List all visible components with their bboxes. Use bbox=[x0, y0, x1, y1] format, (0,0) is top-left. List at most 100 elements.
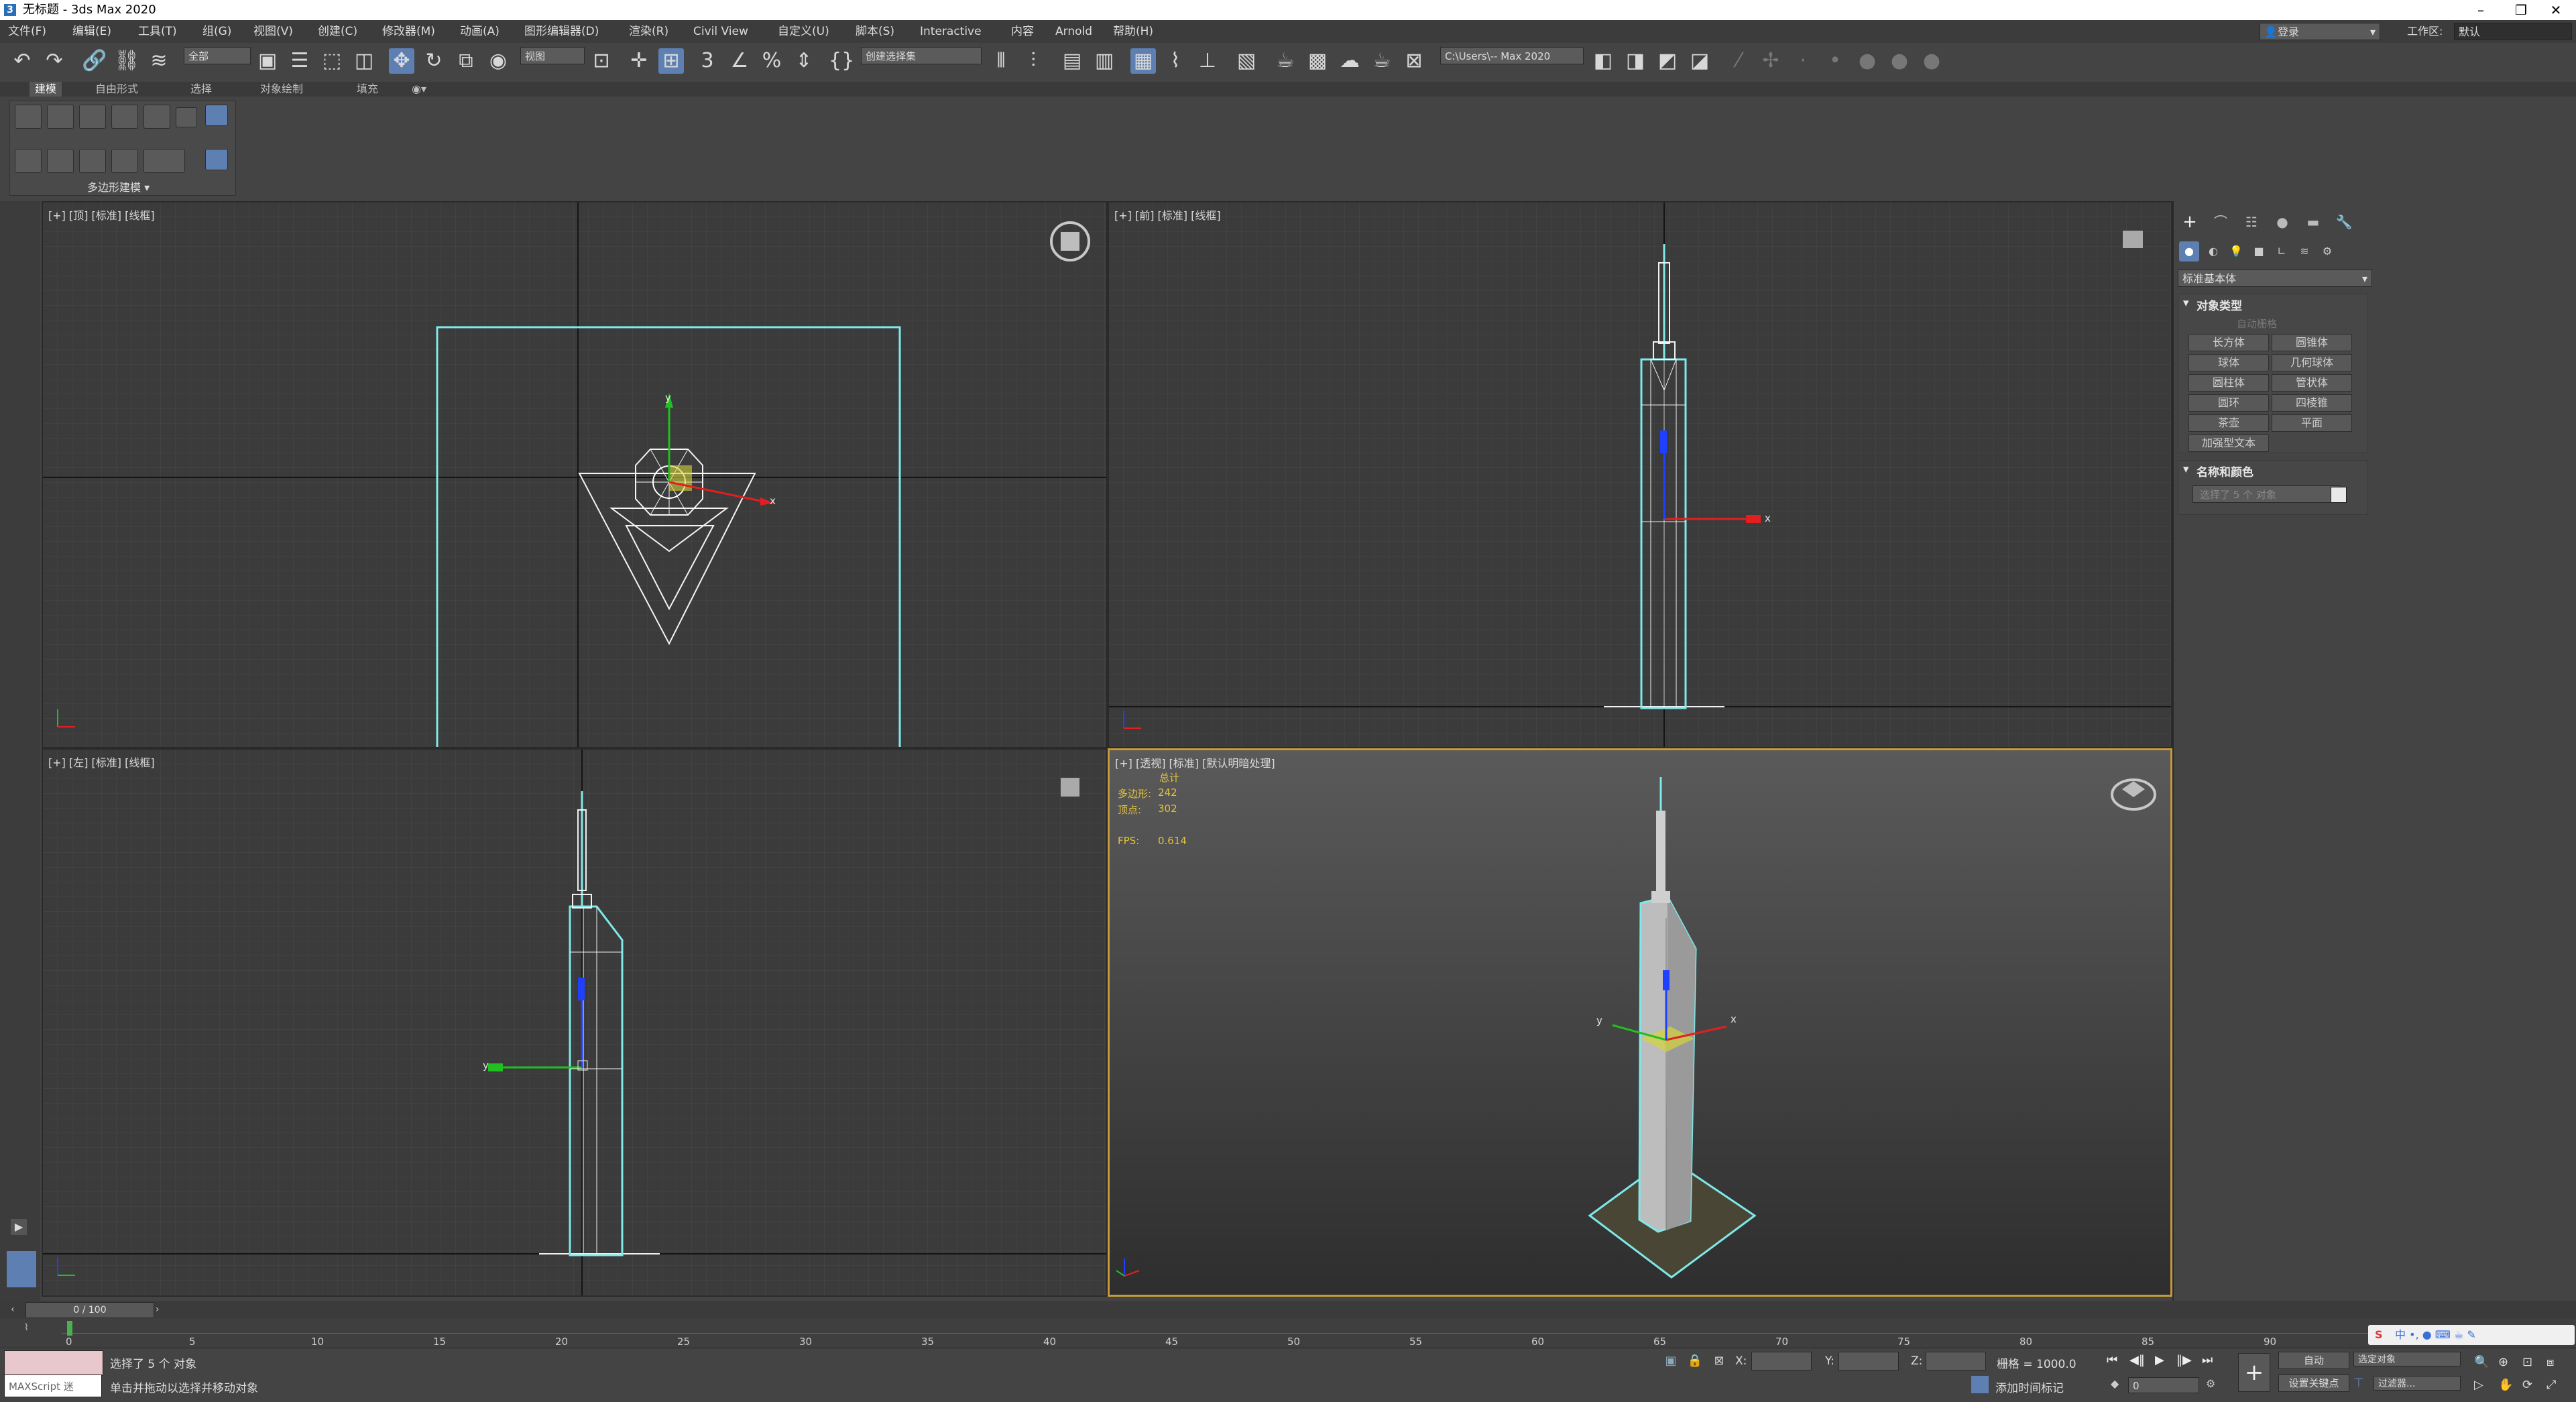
ignore-backfacing-icon[interactable] bbox=[47, 149, 74, 173]
render-setup-icon[interactable]: ☕ bbox=[1273, 48, 1298, 74]
time-slider[interactable] bbox=[0, 1301, 2576, 1318]
save-project-icon[interactable]: ◩ bbox=[1655, 48, 1680, 74]
element-mode-icon[interactable] bbox=[143, 105, 170, 129]
object-name-field[interactable]: 选择了 5 个 对象 bbox=[2192, 485, 2340, 503]
menu-edit[interactable]: 编辑(E) bbox=[72, 20, 111, 43]
cylinder-button[interactable]: 圆柱体 bbox=[2188, 374, 2269, 392]
helpers-icon[interactable]: ∟ bbox=[2272, 241, 2292, 261]
menu-interactive[interactable]: Interactive bbox=[920, 20, 982, 43]
systems-icon[interactable]: ⚙ bbox=[2317, 241, 2337, 261]
display-tab-icon[interactable]: ▬ bbox=[2301, 212, 2325, 232]
viewcube-front[interactable] bbox=[2123, 231, 2143, 248]
pyramid-button[interactable]: 四棱锥 bbox=[2272, 394, 2352, 412]
align-icon[interactable]: ⫶ bbox=[1020, 48, 1046, 74]
repeat-last-icon[interactable] bbox=[79, 149, 106, 173]
scene-explorer-icon[interactable]: ▤ bbox=[1059, 48, 1085, 74]
pivot-center-icon[interactable]: ⊡ bbox=[589, 48, 614, 74]
angle-snap-icon[interactable]: ∠ bbox=[727, 48, 752, 74]
tube-button[interactable]: 管状体 bbox=[2272, 374, 2352, 392]
zoom-icon[interactable]: 🔍 bbox=[2474, 1352, 2489, 1373]
tab-populate[interactable]: 填充 bbox=[351, 82, 384, 97]
cameras-icon[interactable]: ■ bbox=[2249, 241, 2269, 261]
sphere-shade-icon-2[interactable]: ● bbox=[1887, 48, 1912, 74]
auto-key-button[interactable]: 自动 bbox=[2278, 1352, 2349, 1369]
viewcube-left[interactable] bbox=[1061, 778, 1079, 797]
chevron-down-icon[interactable]: ▾ bbox=[2183, 296, 2189, 310]
select-object-icon[interactable]: ▣ bbox=[255, 48, 280, 74]
curve-editor-mini-icon[interactable]: ⌇ bbox=[24, 1322, 39, 1336]
viewport-left[interactable]: [+] [左] [标准] [线框] y bbox=[42, 748, 1108, 1297]
render-production-icon[interactable]: ☁ bbox=[1337, 48, 1362, 74]
coord-x-field[interactable] bbox=[1751, 1352, 1812, 1370]
cone-button[interactable]: 圆锥体 bbox=[2272, 334, 2352, 351]
chevron-down-icon[interactable]: ▾ bbox=[2183, 463, 2189, 476]
menu-content[interactable]: 内容 bbox=[1011, 20, 1034, 43]
vertex-mode-icon[interactable] bbox=[15, 105, 42, 129]
open-project-icon[interactable]: ◨ bbox=[1623, 48, 1648, 74]
rect-selection-icon[interactable]: ⬚ bbox=[319, 48, 345, 74]
ribbon-options-icon[interactable]: ◉▾ bbox=[406, 82, 432, 97]
create-tab-icon[interactable]: + bbox=[2178, 212, 2202, 232]
menu-file[interactable]: 文件(F) bbox=[8, 20, 46, 43]
modify-mode-icon[interactable] bbox=[176, 107, 197, 127]
maxscript-listener-pink[interactable] bbox=[4, 1350, 103, 1376]
login-dropdown[interactable]: 👤 登录 ▾ bbox=[2260, 23, 2380, 40]
tab-selection[interactable]: 选择 bbox=[185, 82, 217, 97]
rendered-frame-icon[interactable]: ▩ bbox=[1305, 48, 1330, 74]
modify-tab-icon[interactable]: ⌒ bbox=[2209, 212, 2233, 232]
isolate-selection-icon[interactable]: ▣ bbox=[1663, 1353, 1679, 1369]
zoom-extents-icon[interactable]: ⊡ bbox=[2522, 1352, 2532, 1373]
time-marker[interactable] bbox=[67, 1321, 72, 1336]
link-icon[interactable]: 🔗 bbox=[82, 48, 107, 74]
show-end-result-icon[interactable] bbox=[205, 149, 228, 170]
material-editor-icon[interactable]: ▧ bbox=[1234, 48, 1259, 74]
viewport-left-label[interactable]: [+] [左] [标准] [线框] bbox=[48, 754, 155, 770]
bind-space-warp-icon[interactable]: ≋ bbox=[146, 48, 172, 74]
menu-tools[interactable]: 工具(T) bbox=[138, 20, 177, 43]
menu-arnold[interactable]: Arnold bbox=[1055, 20, 1092, 43]
play-icon[interactable]: ▶ bbox=[2155, 1352, 2164, 1369]
orbit-icon[interactable]: ⟳ bbox=[2522, 1375, 2532, 1396]
coord-y-field[interactable] bbox=[1838, 1352, 1899, 1370]
sphere-shade-icon-1[interactable]: ● bbox=[1855, 48, 1880, 74]
set-key-icon[interactable]: + bbox=[2238, 1353, 2270, 1392]
snaps-toggle-icon[interactable]: 3 bbox=[695, 48, 720, 74]
hierarchy-tab-icon[interactable]: ☷ bbox=[2239, 212, 2264, 232]
key-filters-button[interactable]: 过滤器... bbox=[2374, 1376, 2461, 1391]
mirror-icon[interactable]: ⫴ bbox=[988, 48, 1014, 74]
layer-explorer-icon[interactable]: ▥ bbox=[1092, 48, 1117, 74]
menu-scripting[interactable]: 脚本(S) bbox=[856, 20, 894, 43]
percent-snap-icon[interactable]: % bbox=[759, 48, 784, 74]
menu-help[interactable]: 帮助(H) bbox=[1113, 20, 1153, 43]
slider-prev-icon[interactable]: ‹ bbox=[11, 1303, 23, 1316]
prev-frame-icon[interactable]: ◀‖ bbox=[2129, 1352, 2145, 1369]
utilities-tab-icon[interactable]: 🔧 bbox=[2332, 212, 2356, 232]
spinner-snap-icon[interactable]: ⇕ bbox=[791, 48, 817, 74]
edge-mode-icon[interactable] bbox=[47, 105, 74, 129]
select-manipulate-icon[interactable]: ✛ bbox=[626, 48, 652, 74]
zoom-extents-all-icon[interactable]: ⧈ bbox=[2546, 1352, 2554, 1373]
goto-start-icon[interactable]: ⏮ bbox=[2107, 1352, 2117, 1369]
undo-icon[interactable]: ↶ bbox=[9, 48, 35, 74]
viewport-layout-icon[interactable] bbox=[7, 1251, 36, 1287]
named-selection-dropdown[interactable]: 创建选择集 bbox=[861, 47, 982, 64]
teapot-button[interactable]: 茶壶 bbox=[2188, 414, 2269, 432]
menu-views[interactable]: 视图(V) bbox=[253, 20, 293, 43]
brush-icon[interactable]: ⁄ bbox=[1726, 48, 1751, 74]
ribbon-panel-label[interactable]: 多边形建模 ▾ bbox=[87, 178, 150, 194]
goto-end-icon[interactable]: ⏭ bbox=[2202, 1352, 2213, 1369]
menu-animation[interactable]: 动画(A) bbox=[460, 20, 500, 43]
zoom-all-icon[interactable]: ⊕ bbox=[2498, 1352, 2508, 1373]
maximize-viewport-icon[interactable]: ⤢ bbox=[2546, 1375, 2556, 1396]
sphere-shade-icon-3[interactable]: ● bbox=[1919, 48, 1944, 74]
minimize-icon[interactable]: – bbox=[2461, 0, 2501, 20]
motion-tab-icon[interactable]: ● bbox=[2270, 212, 2294, 232]
geosphere-button[interactable]: 几何球体 bbox=[2272, 354, 2352, 371]
viewport-top-label[interactable]: [+] [顶] [标准] [线框] bbox=[48, 207, 155, 223]
edit-named-sel-icon[interactable]: {} bbox=[829, 48, 854, 74]
coord-z-field[interactable] bbox=[1926, 1352, 1986, 1370]
window-crossing-icon[interactable]: ◫ bbox=[351, 48, 377, 74]
point-icon[interactable]: • bbox=[1822, 48, 1848, 74]
menu-rendering[interactable]: 渲染(R) bbox=[629, 20, 668, 43]
polygon-mode-icon[interactable] bbox=[111, 105, 138, 129]
